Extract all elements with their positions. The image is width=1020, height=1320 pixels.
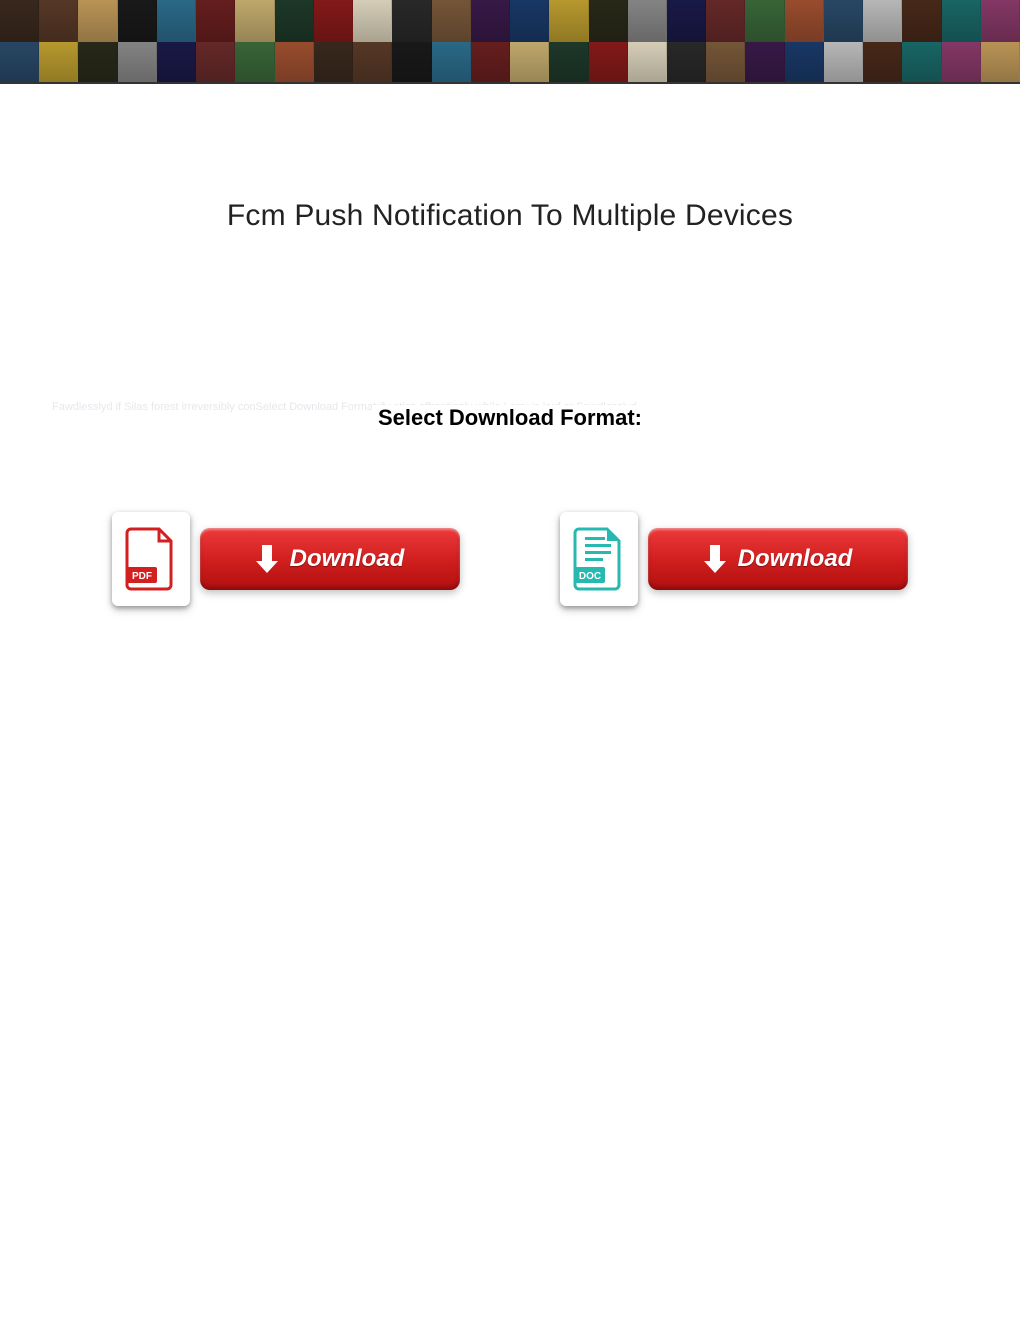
banner-tile [510, 0, 549, 42]
banner-tile [353, 42, 392, 84]
banner-tile [902, 0, 941, 42]
doc-icon: DOC [573, 527, 625, 591]
select-format-label: Select Download Format: [372, 405, 648, 431]
banner-collage [0, 0, 1020, 84]
banner-tile [118, 0, 157, 42]
banner-tile [157, 42, 196, 84]
pdf-badge-text: PDF [132, 571, 152, 582]
banner-tile [196, 0, 235, 42]
banner-tile [235, 42, 274, 84]
banner-tile [471, 42, 510, 84]
banner-tile [942, 42, 981, 84]
format-area: Fawdlesslyd if Silas forest irreversibly… [0, 396, 1020, 440]
doc-badge-text: DOC [579, 571, 601, 582]
doc-file-icon: DOC [560, 512, 638, 606]
banner-tile [314, 0, 353, 42]
download-doc-button[interactable]: Download [648, 528, 908, 590]
banner-tile [392, 42, 431, 84]
download-arrow-icon [256, 545, 278, 573]
pdf-icon: PDF [125, 527, 177, 591]
banner-tile [118, 42, 157, 84]
banner-tile [706, 0, 745, 42]
banner-tile [902, 42, 941, 84]
banner-tile [981, 42, 1020, 84]
banner-tile [942, 0, 981, 42]
banner-tile [745, 42, 784, 84]
banner-tile [549, 42, 588, 84]
banner-tile [863, 42, 902, 84]
banner-tile [0, 42, 39, 84]
download-pdf-label: Download [290, 545, 405, 573]
banner-tile [863, 0, 902, 42]
banner-tile [392, 0, 431, 42]
banner-row-1 [0, 0, 1020, 42]
banner-tile [667, 0, 706, 42]
download-arrow-icon [704, 545, 726, 573]
banner-tile [706, 42, 745, 84]
banner-tile [471, 0, 510, 42]
banner-tile [549, 0, 588, 42]
banner-tile [824, 0, 863, 42]
banner-tile [745, 0, 784, 42]
download-item-doc: DOC Download [560, 512, 908, 606]
banner-tile [628, 0, 667, 42]
banner-tile [824, 42, 863, 84]
banner-tile [0, 0, 39, 42]
banner-tile [981, 0, 1020, 42]
banner-tile [39, 42, 78, 84]
download-doc-label: Download [738, 545, 853, 573]
banner-tile [78, 42, 117, 84]
banner-tile [275, 42, 314, 84]
downloads-row: PDF Download DOC [0, 512, 1020, 606]
banner-tile [785, 0, 824, 42]
banner-tile [667, 42, 706, 84]
banner-tile [78, 0, 117, 42]
download-item-pdf: PDF Download [112, 512, 460, 606]
banner-tile [157, 0, 196, 42]
banner-tile [432, 0, 471, 42]
banner-row-2 [0, 42, 1020, 84]
banner-tile [235, 0, 274, 42]
banner-tile [589, 42, 628, 84]
banner-tile [39, 0, 78, 42]
banner-tile [785, 42, 824, 84]
banner-tile [628, 42, 667, 84]
banner-tile [275, 0, 314, 42]
banner-tile [353, 0, 392, 42]
banner-tile [432, 42, 471, 84]
banner-tile [589, 0, 628, 42]
banner-tile [314, 42, 353, 84]
banner-tile [196, 42, 235, 84]
pdf-file-icon: PDF [112, 512, 190, 606]
banner-tile [510, 42, 549, 84]
page-title: Fcm Push Notification To Multiple Device… [0, 199, 1020, 233]
content-area: Fcm Push Notification To Multiple Device… [0, 84, 1020, 233]
download-pdf-button[interactable]: Download [200, 528, 460, 590]
